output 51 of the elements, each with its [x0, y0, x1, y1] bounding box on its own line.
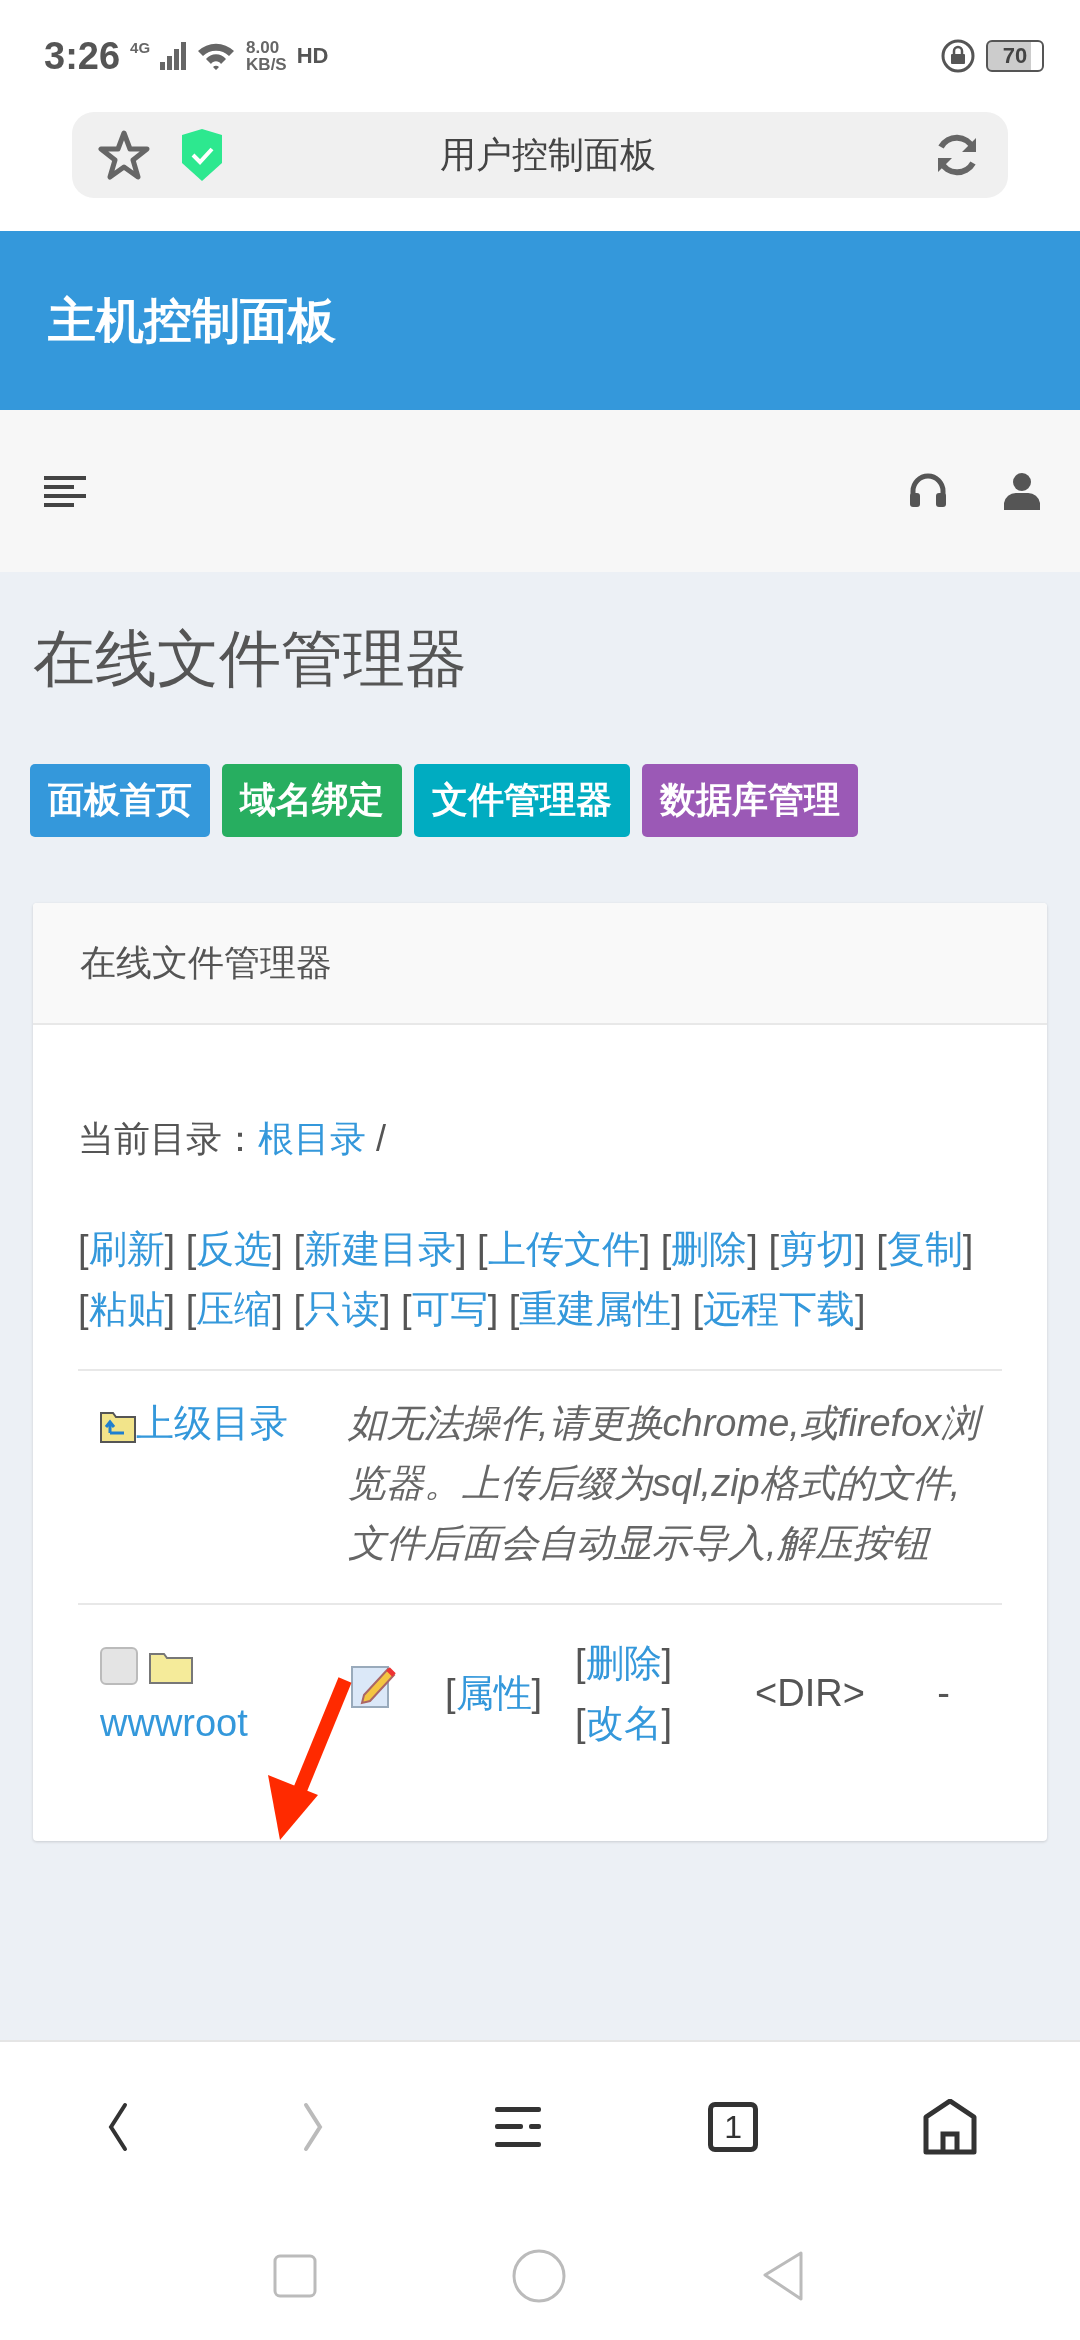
home-icon[interactable] — [923, 2099, 978, 2155]
notice-text: 如无法操作,请更换chrome,或firefox浏览器。上传后缀为sql,zip格式的文件,文件后面会自动显示导入,解压按钮 — [348, 1393, 986, 1573]
file-size: - — [937, 1672, 950, 1714]
menu-icon[interactable] — [44, 473, 86, 509]
action-link[interactable]: 新建目录 — [303, 1228, 456, 1270]
action-link[interactable]: 属性 — [455, 1672, 532, 1714]
nav-tab-button[interactable]: 数据库管理 — [642, 764, 858, 837]
page-title: 用户控制面板 — [439, 132, 657, 177]
parent-dir-link[interactable]: 上级目录 — [136, 1402, 288, 1444]
page-heading: 在线文件管理器 — [33, 623, 468, 695]
action-link[interactable]: 改名 — [585, 1702, 662, 1744]
nav-tab-button[interactable]: 面板首页 — [30, 764, 210, 837]
tabs-button[interactable]: 1 — [708, 2102, 759, 2152]
action-link[interactable]: 只读 — [303, 1288, 380, 1330]
file-type: <DIR> — [755, 1672, 865, 1714]
speed-unit: KB/S — [246, 56, 287, 73]
hd-label: HD — [296, 43, 329, 69]
headset-icon[interactable] — [908, 473, 948, 509]
shield-icon — [180, 129, 224, 181]
network-label: 4G — [130, 38, 151, 56]
signal-icon — [160, 42, 187, 70]
path-separator: / — [376, 1118, 387, 1159]
action-link[interactable]: 刷新 — [88, 1228, 165, 1270]
wifi-icon — [196, 41, 237, 71]
nav-tab-button[interactable]: 文件管理器 — [414, 764, 630, 837]
folder-link[interactable]: wwwroot — [100, 1693, 350, 1753]
battery-indicator: 70 — [986, 40, 1044, 72]
nav-tab-button[interactable]: 域名绑定 — [222, 764, 402, 837]
card-title: 在线文件管理器 — [80, 940, 332, 985]
action-link[interactable]: 可写 — [411, 1288, 488, 1330]
user-icon[interactable] — [1004, 472, 1040, 510]
action-link[interactable]: 复制 — [886, 1228, 963, 1270]
file-manager-card: 在线文件管理器 当前目录：根目录 / [刷新] [反选] [新建目录] [上传文件] [删除] [剪切] [复制] [粘贴] [压缩] [只读] [可写] [重建属性] [远程下载] 上级目录 如无法操作,请更换chrome,或firefox浏览器。上传后缀为sql,zip格式的文件,文件后面会自动显示导入,解压按钮 wwwroot [属性] [删除] [改名] <DIR> - — [33, 903, 1047, 1841]
address-bar[interactable]: 用户控制面板 — [72, 112, 1008, 198]
action-link[interactable]: 剪切 — [779, 1228, 855, 1270]
site-title: 主机控制面板 — [48, 292, 336, 349]
current-dir-label: 当前目录： — [78, 1118, 258, 1159]
action-link[interactable]: 删除 — [585, 1642, 662, 1684]
action-link[interactable]: 反选 — [196, 1228, 273, 1270]
action-link[interactable]: 重建属性 — [519, 1288, 672, 1330]
action-link[interactable]: 粘贴 — [88, 1288, 165, 1330]
action-link[interactable]: 删除 — [671, 1228, 748, 1270]
action-link[interactable]: 上传文件 — [487, 1228, 640, 1270]
clock: 3:26 — [44, 34, 121, 78]
speed-value: 8.00 — [246, 39, 281, 56]
action-link[interactable]: 远程下载 — [703, 1288, 855, 1330]
root-dir-link[interactable]: 根目录 — [258, 1118, 366, 1159]
rotation-lock-icon — [940, 38, 976, 74]
action-link[interactable]: 压缩 — [196, 1288, 273, 1330]
file-checkbox[interactable] — [100, 1646, 138, 1685]
star-icon[interactable] — [98, 130, 150, 180]
